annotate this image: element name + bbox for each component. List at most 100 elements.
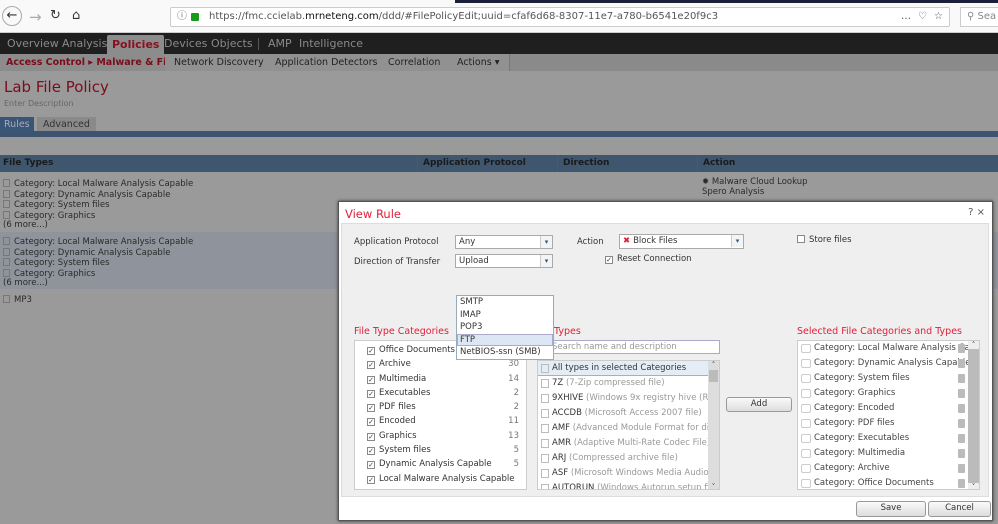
category-checkbox[interactable]: ✓ — [367, 404, 375, 413]
trash-icon[interactable] — [958, 479, 965, 488]
bookmark-star-icon[interactable]: ☆ — [934, 8, 943, 26]
category-item[interactable]: ✓ System files 5 — [355, 443, 526, 457]
action-text: Malware Cloud Lookup — [711, 177, 808, 187]
category-checkbox[interactable]: ✓ — [367, 418, 375, 427]
category-item[interactable]: ✓ Dynamic Analysis Capable 5 — [355, 457, 526, 471]
tab-rules[interactable]: Rules — [0, 117, 34, 132]
subnav-network-discovery[interactable]: Network Discovery — [165, 54, 274, 71]
category-checkbox[interactable]: ✓ — [367, 475, 375, 484]
action-select[interactable]: ✖ Block Files ▾ — [619, 234, 744, 249]
category-name: Graphics — [379, 430, 417, 441]
all-types-item[interactable]: All types in selected Categories — [538, 361, 708, 376]
selected-item: Category: Archive — [798, 461, 968, 476]
direction-select[interactable]: Upload ▾ — [455, 254, 553, 268]
category-icon — [801, 389, 811, 398]
malware-gear-icon: ✹ — [702, 177, 712, 187]
category-checkbox[interactable]: ✓ — [367, 461, 375, 470]
nav-devices[interactable]: Devices — [160, 33, 211, 54]
close-icon[interactable]: × — [977, 207, 985, 218]
selected-scrollbar[interactable]: ˄ ˅ — [968, 341, 979, 489]
type-item[interactable]: ACCDB (Microsoft Access 2007 file) — [538, 406, 719, 421]
add-button[interactable]: Add — [726, 397, 792, 412]
nav-intelligence[interactable]: Intelligence — [295, 33, 367, 54]
browser-search[interactable]: ⚲ Sea — [960, 7, 998, 27]
selected-name: Category: System files — [814, 373, 910, 383]
type-item[interactable]: ASF (Microsoft Windows Media Audio/V — [538, 466, 719, 481]
browser-toolbar: ← → ↻ ⌂ ⓘ https://fmc.ccielab.mrneteng.c… — [0, 0, 998, 33]
nav-divider — [258, 38, 259, 50]
trash-icon[interactable] — [958, 419, 965, 428]
option-smb[interactable]: NetBIOS-ssn (SMB) — [457, 346, 553, 359]
option-pop3[interactable]: POP3 — [457, 321, 553, 334]
home-button[interactable]: ⌂ — [72, 8, 80, 23]
app-protocol-select[interactable]: Any ▾ — [455, 235, 553, 249]
back-button[interactable]: ← — [2, 6, 22, 26]
nav-amp[interactable]: AMP — [264, 33, 296, 54]
type-item[interactable]: AUTORUN (Windows Autorun setup file — [538, 481, 719, 489]
help-icon[interactable]: ? — [968, 207, 973, 218]
nav-objects[interactable]: Objects — [207, 33, 257, 54]
option-imap[interactable]: IMAP — [457, 309, 553, 322]
trash-icon[interactable] — [958, 434, 965, 443]
store-files-checkbox[interactable] — [797, 235, 805, 243]
category-name: Encoded — [379, 416, 416, 427]
category-icon — [801, 344, 811, 353]
reset-connection-checkbox[interactable]: ✓ — [605, 256, 613, 264]
nav-policies[interactable]: Policies — [107, 35, 165, 54]
category-checkbox[interactable]: ✓ — [367, 447, 375, 456]
reload-button[interactable]: ↻ — [50, 8, 61, 23]
nav-analysis[interactable]: Analysis — [58, 33, 111, 54]
category-checkbox[interactable]: ✓ — [367, 361, 375, 370]
cancel-button[interactable]: Cancel — [928, 501, 991, 517]
type-item[interactable]: 7Z (7-Zip compressed file) — [538, 376, 719, 391]
category-checkbox[interactable]: ✓ — [367, 347, 375, 355]
category-name: Office Documents — [379, 345, 455, 355]
trash-icon[interactable] — [958, 404, 965, 413]
trash-icon[interactable] — [958, 464, 965, 473]
type-name: ASF — [552, 468, 569, 478]
types-scrollbar[interactable]: ˄ ˅ — [708, 361, 719, 489]
info-icon: ⓘ — [177, 11, 187, 22]
breadcrumb[interactable]: Access Control ▸ Malware & File — [0, 54, 183, 71]
trash-icon[interactable] — [958, 449, 965, 458]
categories-title: File Type Categories — [354, 326, 449, 337]
forward-button[interactable]: → — [29, 8, 42, 26]
category-item[interactable]: ✓ Local Malware Analysis Capable — [355, 472, 526, 486]
more-link[interactable]: (6 more...) — [3, 221, 193, 231]
url-bar[interactable]: ⓘ https://fmc.ccielab.mrneteng.com/ddd/#… — [170, 7, 950, 27]
trash-icon[interactable] — [958, 374, 965, 383]
trash-icon[interactable] — [958, 359, 965, 368]
category-item[interactable]: ✓ Multimedia 14 — [355, 372, 526, 386]
category-checkbox[interactable]: ✓ — [367, 389, 375, 398]
subnav-correlation[interactable]: Correlation — [379, 54, 451, 71]
tab-advanced[interactable]: Advanced — [37, 117, 96, 132]
selected-item: Category: Multimedia — [798, 446, 968, 461]
trash-icon[interactable] — [958, 344, 965, 353]
page-actions-icon[interactable]: … — [901, 8, 911, 26]
category-item[interactable]: ✓ Encoded 11 — [355, 414, 526, 428]
subnav-actions[interactable]: Actions ▾ — [448, 54, 510, 71]
more-link[interactable]: (6 more...) — [3, 279, 193, 289]
pocket-icon[interactable]: ♡ — [918, 8, 927, 26]
category-icon — [3, 268, 10, 277]
nav-overview[interactable]: Overview — [3, 33, 63, 54]
type-item[interactable]: AMF (Advanced Module Format for digi — [538, 421, 719, 436]
type-item[interactable]: 9XHIVE (Windows 9x registry hive (RE — [538, 391, 719, 406]
option-ftp[interactable]: FTP — [457, 333, 553, 346]
type-item[interactable]: AMR (Adaptive Multi-Rate Codec File) — [538, 436, 719, 451]
save-button[interactable]: Save — [856, 501, 926, 517]
category-icon — [801, 359, 811, 368]
category-checkbox[interactable]: ✓ — [367, 432, 375, 441]
selected-item: Category: PDF files — [798, 416, 968, 431]
category-checkbox[interactable]: ✓ — [367, 375, 375, 384]
option-smtp[interactable]: SMTP — [457, 296, 553, 309]
category-item[interactable]: ✓ Graphics 13 — [355, 429, 526, 443]
category-item[interactable]: ✓ PDF files 2 — [355, 400, 526, 414]
page-description[interactable]: Enter Description — [4, 99, 74, 108]
type-item[interactable]: ARJ (Compressed archive file) — [538, 451, 719, 466]
types-search-input[interactable]: ⚲Search name and description — [537, 340, 720, 354]
subnav-application-detectors[interactable]: Application Detectors — [266, 54, 388, 71]
type-description: (Advanced Module Format for digi — [572, 423, 717, 433]
trash-icon[interactable] — [958, 389, 965, 398]
category-item[interactable]: ✓ Executables 2 — [355, 386, 526, 400]
